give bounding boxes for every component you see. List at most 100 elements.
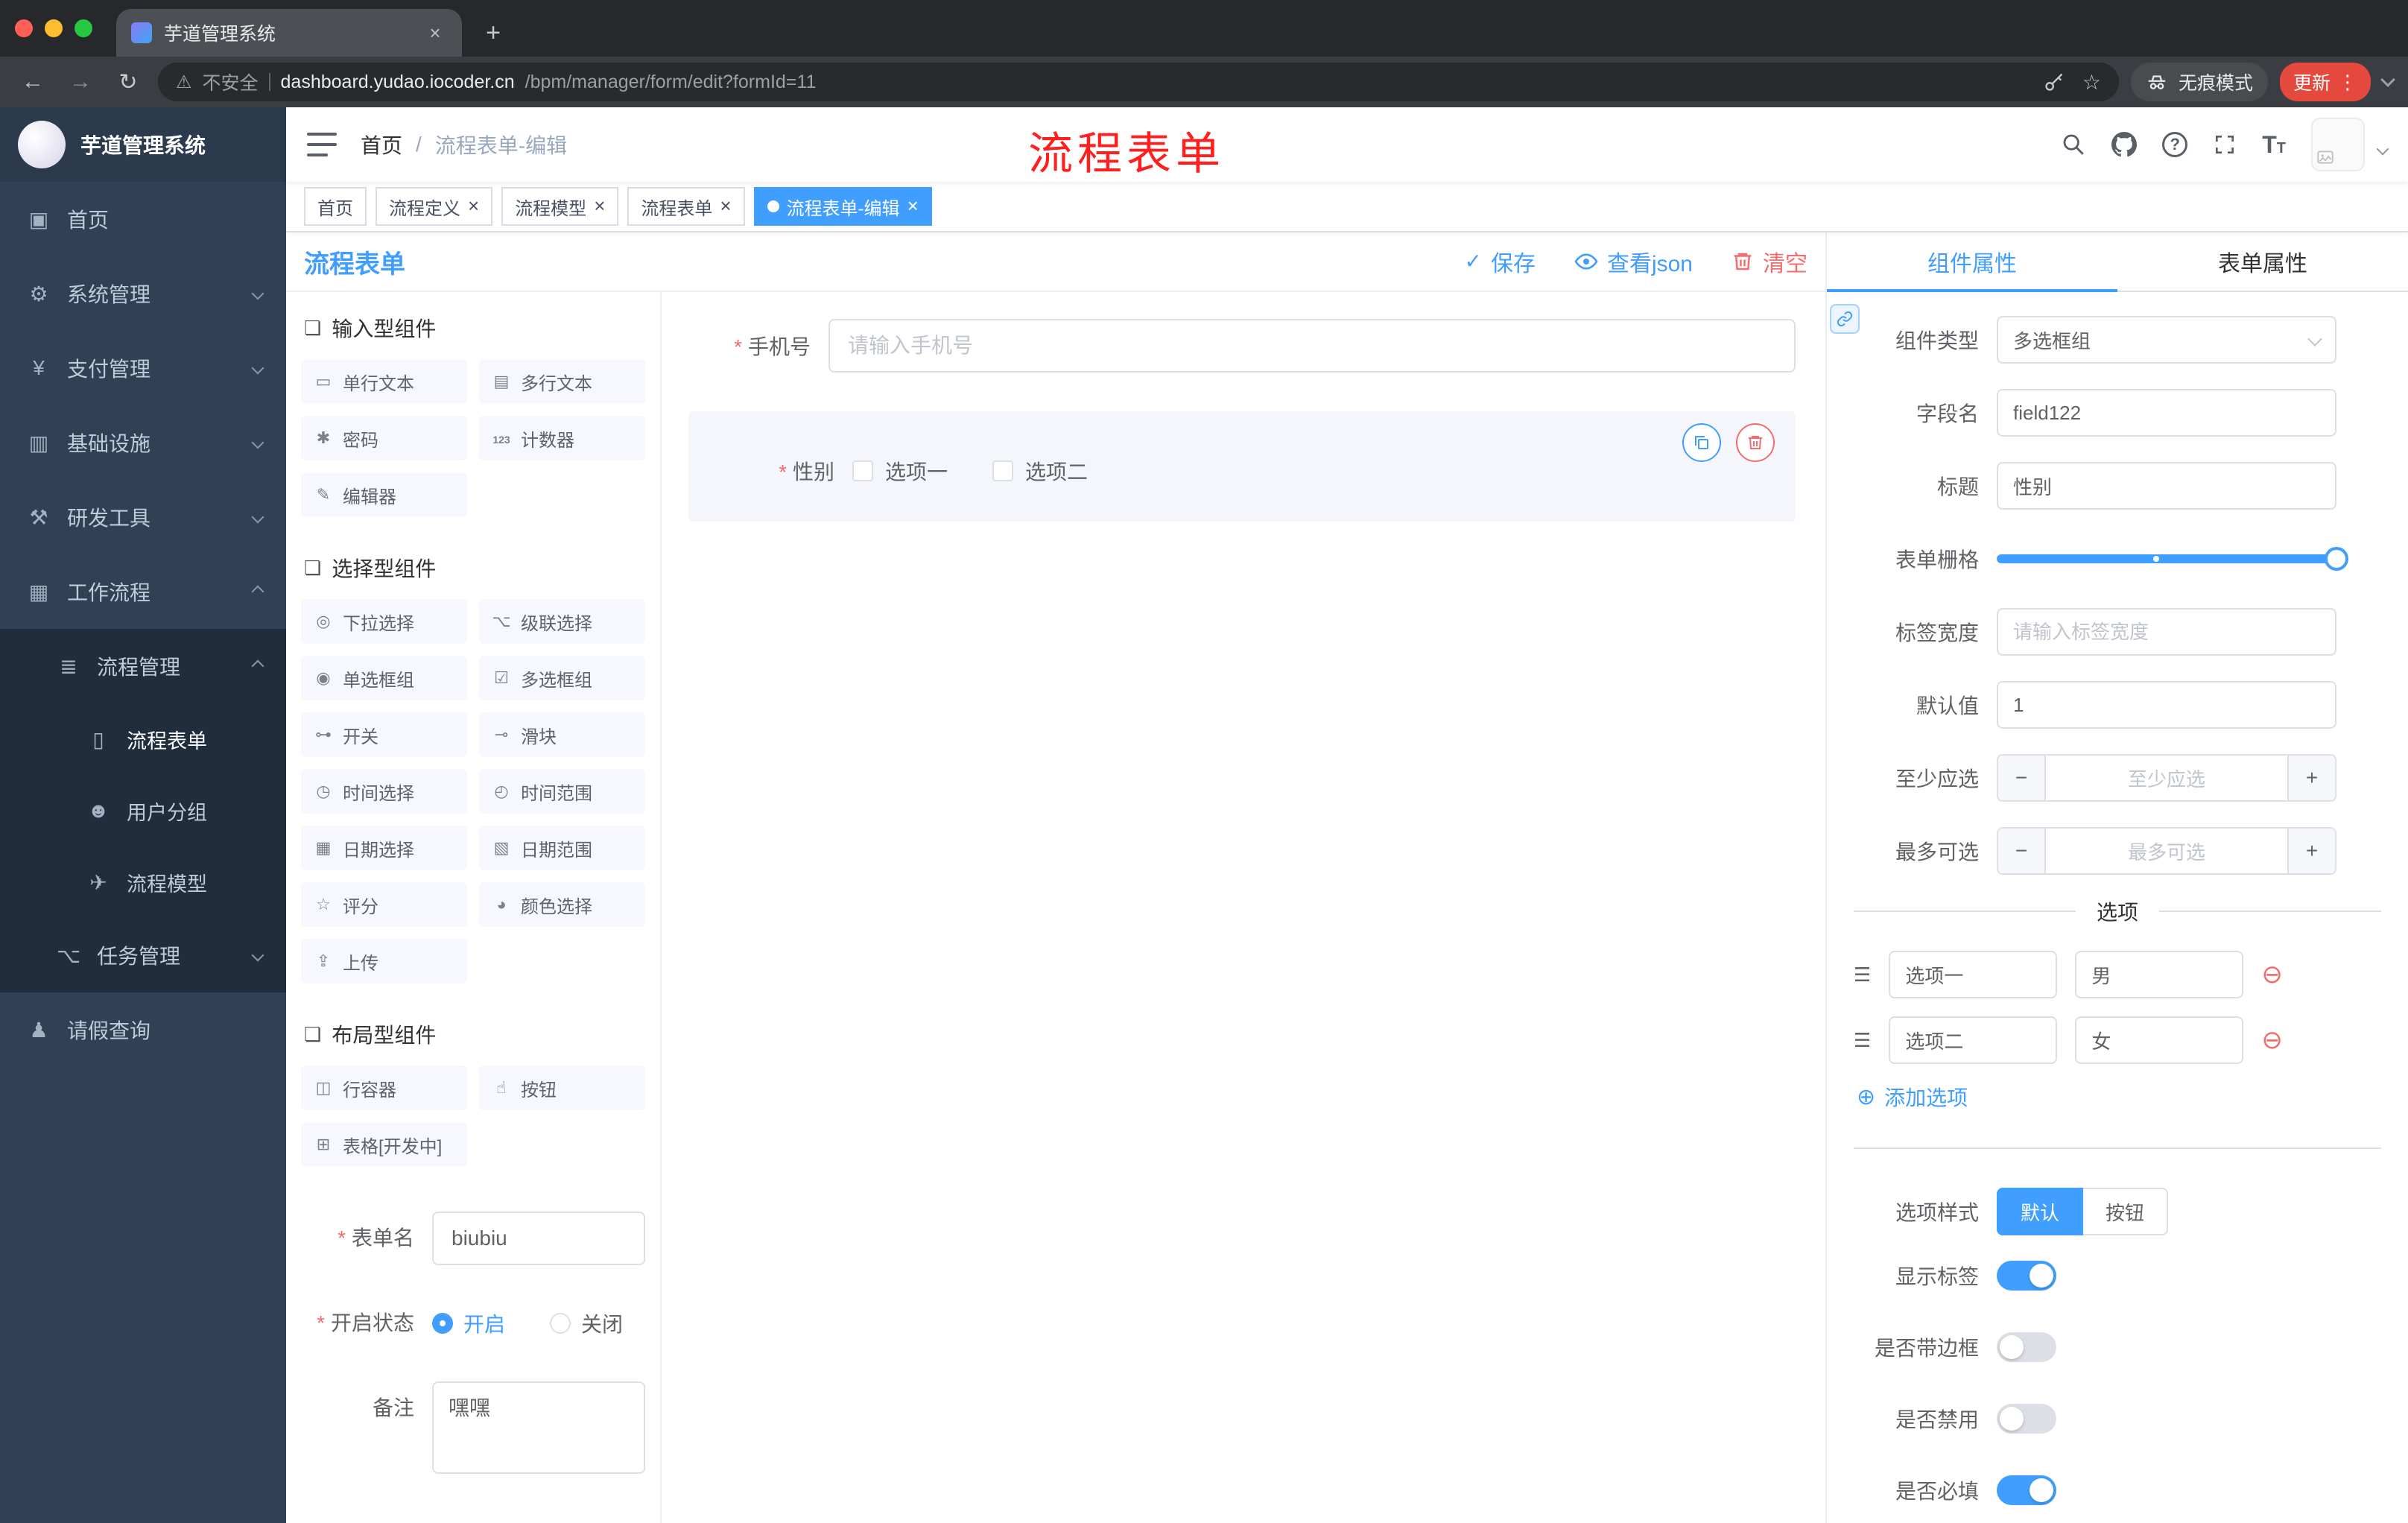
- option-value-input[interactable]: [2075, 1016, 2244, 1064]
- canvas-field-phone[interactable]: 手机号: [688, 319, 1796, 373]
- tag-close-icon[interactable]: [594, 196, 605, 218]
- palette-item-upload[interactable]: 上传: [301, 939, 467, 984]
- tag-home[interactable]: 首页: [304, 187, 367, 226]
- required-toggle[interactable]: [1997, 1475, 2056, 1505]
- save-button[interactable]: 保存: [1464, 245, 1536, 278]
- tab-close-icon[interactable]: [423, 21, 447, 45]
- canvas-field-gender-selected[interactable]: 性别 选项一 选项二: [688, 411, 1796, 522]
- option-label-input[interactable]: [1889, 1016, 2058, 1064]
- tag-process-form[interactable]: 流程表单: [627, 187, 745, 226]
- tag-process-definition[interactable]: 流程定义: [376, 187, 493, 226]
- copy-widget-button[interactable]: [1682, 423, 1721, 462]
- palette-item-password[interactable]: 密码: [301, 416, 467, 460]
- palette-item-counter[interactable]: 计数器: [479, 416, 645, 460]
- sidebar-item-infrastructure[interactable]: 基础设施: [0, 405, 286, 480]
- palette-item-cascader[interactable]: 级联选择: [479, 599, 645, 644]
- back-button[interactable]: [15, 64, 51, 100]
- form-canvas[interactable]: 手机号: [662, 292, 1825, 1523]
- bookmark-star-icon[interactable]: [2082, 70, 2101, 95]
- increase-button[interactable]: +: [2287, 829, 2335, 873]
- form-name-input[interactable]: [432, 1212, 645, 1265]
- delete-widget-button[interactable]: [1736, 423, 1775, 462]
- status-off-radio[interactable]: 关闭: [550, 1308, 623, 1338]
- gender-option-2-checkbox[interactable]: 选项二: [992, 456, 1088, 486]
- tag-close-icon[interactable]: [907, 196, 919, 218]
- min-select-stepper[interactable]: − 至少应选 +: [1997, 754, 2336, 802]
- sidebar-item-user-groups[interactable]: 用户分组: [0, 775, 286, 846]
- palette-item-rate[interactable]: 评分: [301, 882, 467, 927]
- decrease-button[interactable]: −: [1998, 829, 2046, 873]
- increase-button[interactable]: +: [2287, 756, 2335, 800]
- status-on-radio[interactable]: 开启: [432, 1308, 505, 1338]
- palette-item-color-picker[interactable]: 颜色选择: [479, 882, 645, 927]
- option-value-input[interactable]: [2075, 951, 2244, 998]
- help-icon[interactable]: [2162, 132, 2188, 157]
- form-grid-slider[interactable]: [1997, 535, 2348, 583]
- show-label-toggle[interactable]: [1997, 1261, 2056, 1291]
- breadcrumb-home[interactable]: 首页: [361, 130, 402, 159]
- sidebar-item-process-management[interactable]: 流程管理: [0, 629, 286, 703]
- avatar[interactable]: [2311, 118, 2365, 171]
- tag-process-form-edit[interactable]: 流程表单-编辑: [753, 187, 932, 226]
- sidebar-item-process-form[interactable]: 流程表单: [0, 703, 286, 775]
- fullscreen-icon[interactable]: [2213, 133, 2237, 156]
- disabled-toggle[interactable]: [1997, 1404, 2056, 1434]
- close-window-button[interactable]: [15, 19, 33, 37]
- new-tab-button[interactable]: +: [474, 13, 513, 52]
- min-select-value[interactable]: 至少应选: [2046, 756, 2287, 800]
- browser-tab[interactable]: 芋道管理系统: [116, 9, 462, 57]
- palette-item-button[interactable]: 按钮: [479, 1066, 645, 1110]
- title-input[interactable]: [1997, 462, 2336, 510]
- palette-item-date-picker[interactable]: 日期选择: [301, 826, 467, 870]
- remove-option-icon[interactable]: [2261, 1028, 2283, 1053]
- palette-item-multi-line-text[interactable]: 多行文本: [479, 359, 645, 404]
- app-logo-row[interactable]: 芋道管理系统: [0, 107, 286, 182]
- sidebar-item-workflow[interactable]: 工作流程: [0, 554, 286, 629]
- gender-option-1-checkbox[interactable]: 选项一: [852, 456, 948, 486]
- palette-item-checkbox-group[interactable]: 多选框组: [479, 656, 645, 700]
- address-bar[interactable]: 不安全 dashboard.yudao.iocoder.cn/bpm/manag…: [158, 63, 2119, 101]
- sidebar-item-devtools[interactable]: 研发工具: [0, 480, 286, 554]
- forward-button[interactable]: [63, 64, 98, 100]
- with-border-toggle[interactable]: [1997, 1332, 2056, 1362]
- palette-item-select[interactable]: 下拉选择: [301, 599, 467, 644]
- add-option-link[interactable]: 添加选项: [1857, 1082, 2336, 1112]
- palette-item-time-range[interactable]: 时间范围: [479, 769, 645, 814]
- phone-input[interactable]: [828, 319, 1796, 373]
- sidebar-item-system[interactable]: 系统管理: [0, 256, 286, 331]
- password-key-icon[interactable]: [2044, 72, 2065, 92]
- palette-item-date-range[interactable]: 日期范围: [479, 826, 645, 870]
- slider-handle[interactable]: [2325, 547, 2348, 571]
- view-json-button[interactable]: 查看json: [1574, 245, 1693, 278]
- palette-item-table[interactable]: 表格[开发中]: [301, 1122, 467, 1167]
- browser-update-button[interactable]: 更新: [2279, 63, 2371, 101]
- form-remark-textarea[interactable]: 嘿嘿: [432, 1381, 645, 1474]
- field-name-input[interactable]: [1997, 389, 2336, 437]
- decrease-button[interactable]: −: [1998, 756, 2046, 800]
- sidebar-item-task-management[interactable]: 任务管理: [0, 918, 286, 992]
- clear-button[interactable]: 清空: [1731, 245, 1807, 278]
- tab-component-props[interactable]: 组件属性: [1827, 232, 2117, 292]
- zoom-window-button[interactable]: [75, 19, 92, 37]
- hamburger-icon[interactable]: [307, 133, 337, 156]
- search-icon[interactable]: [2061, 132, 2086, 157]
- drag-handle-icon[interactable]: [1854, 1028, 1871, 1052]
- tag-close-icon[interactable]: [720, 196, 731, 218]
- option-style-default-button[interactable]: 默认: [1997, 1188, 2084, 1235]
- palette-item-slider[interactable]: 滑块: [479, 712, 645, 757]
- reload-button[interactable]: [110, 64, 146, 100]
- toolbar-chevron-icon[interactable]: [2380, 72, 2395, 87]
- palette-item-radio-group[interactable]: 单选框组: [301, 656, 467, 700]
- drag-handle-icon[interactable]: [1854, 963, 1871, 987]
- link-icon[interactable]: [1830, 304, 1860, 334]
- sidebar-item-home[interactable]: 首页: [0, 182, 286, 256]
- max-select-value[interactable]: 最多可选: [2046, 829, 2287, 873]
- palette-item-single-line-text[interactable]: 单行文本: [301, 359, 467, 404]
- option-style-button-button[interactable]: 按钮: [2083, 1188, 2169, 1235]
- github-icon[interactable]: [2111, 132, 2138, 157]
- tag-process-model[interactable]: 流程模型: [501, 187, 619, 226]
- option-label-input[interactable]: [1889, 951, 2058, 998]
- sidebar-item-process-model[interactable]: 流程模型: [0, 846, 286, 918]
- label-width-input[interactable]: [1997, 608, 2336, 656]
- remove-option-icon[interactable]: [2261, 962, 2283, 987]
